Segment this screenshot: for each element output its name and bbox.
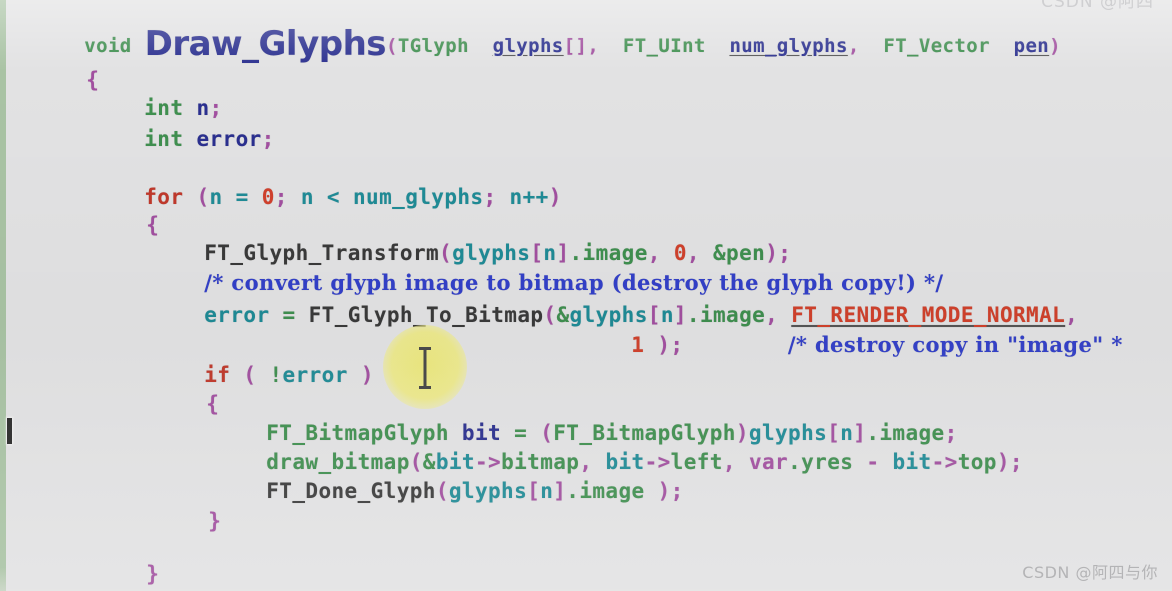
code-screenshot: void Draw_Glyphs(TGlyph glyphs[], FT_UIn… [0, 0, 1172, 591]
token-l10-error: error [204, 303, 270, 327]
code-viewport[interactable]: void Draw_Glyphs(TGlyph glyphs[], FT_UIn… [0, 0, 1172, 591]
gutter-caret-marker [7, 418, 12, 444]
token-l10-assign: = [282, 303, 296, 327]
token-decl-error: error [196, 127, 262, 151]
token-int-2: int [144, 127, 184, 151]
text-ibeam-cursor-icon [419, 347, 431, 389]
watermark-csdn: CSDN @阿四与你 [1022, 563, 1158, 582]
watermark-top: CSDN @阿四 [1041, 0, 1154, 12]
editor-left-gutter [0, 0, 6, 591]
token-call-ft-glyph-to-bitmap: FT_Glyph_To_Bitmap [308, 303, 544, 327]
code-line-20: } ? end Draw_Glyphs ? [8, 560, 1172, 591]
token-brace-close-if: } [208, 509, 222, 533]
token-semicolon-4: ; [261, 127, 275, 151]
